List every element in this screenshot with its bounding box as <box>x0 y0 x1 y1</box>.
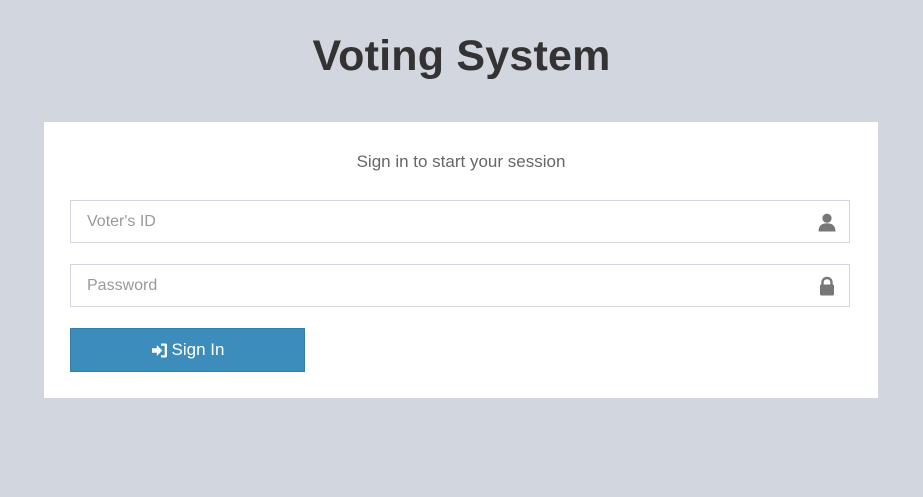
login-message: Sign in to start your session <box>356 152 566 171</box>
page-title: Voting System <box>312 32 611 80</box>
user-icon <box>817 212 837 232</box>
password-field-group <box>70 264 850 307</box>
sign-in-label: Sign In <box>171 340 225 359</box>
sign-in-button[interactable]: Sign In <box>70 328 305 372</box>
sign-in-icon <box>151 342 168 359</box>
password-input[interactable] <box>71 265 811 306</box>
login-box: Sign in to start your session Voter's ID… <box>44 122 878 398</box>
lock-icon <box>817 276 837 296</box>
login-page: Voting System Sign in to start your sess… <box>0 0 923 497</box>
voter-id-input[interactable] <box>71 201 811 242</box>
voter-id-field-group <box>70 200 850 243</box>
